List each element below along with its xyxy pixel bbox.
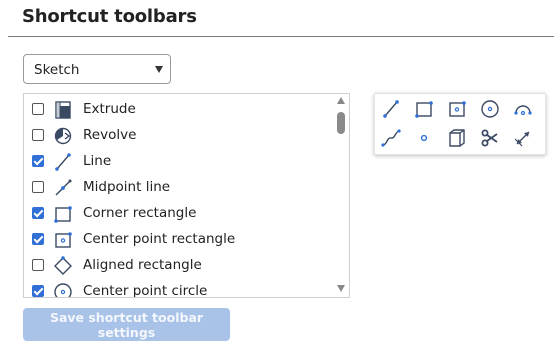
item-label: Midpoint line [83, 179, 171, 195]
item-label: Line [83, 153, 112, 169]
center-point-circle-icon [52, 281, 74, 297]
center-point-circle-icon[interactable] [479, 98, 501, 120]
item-label: Extrude [83, 101, 136, 117]
scroll-up-icon[interactable] [337, 97, 345, 104]
arc-icon[interactable] [512, 98, 534, 120]
list-item[interactable]: Revolve [24, 123, 334, 149]
center-point-rectangle-icon [52, 229, 74, 251]
use-icon[interactable] [446, 127, 468, 149]
page-title: Shortcut toolbars [22, 6, 197, 27]
point-icon[interactable] [413, 127, 435, 149]
extrude-icon [52, 99, 74, 121]
item-checkbox[interactable] [32, 233, 44, 245]
list-item[interactable]: Center point circle [24, 279, 334, 298]
item-label: Center point rectangle [83, 231, 236, 247]
item-checkbox[interactable] [32, 181, 44, 193]
item-label: Revolve [83, 127, 137, 143]
chevron-down-icon [155, 66, 163, 73]
list-item[interactable]: Extrude [24, 97, 334, 123]
toolbar-type-dropdown[interactable]: Sketch [23, 54, 171, 84]
feature-list[interactable]: Extrude Revolve Line Midpoint line Corner re… [23, 93, 350, 298]
list-scrollbar[interactable] [334, 94, 349, 297]
item-label: Aligned rectangle [83, 257, 202, 273]
title-divider [8, 36, 554, 37]
item-checkbox[interactable] [32, 129, 44, 141]
list-item[interactable]: Line [24, 149, 334, 175]
midpoint-line-icon [52, 177, 74, 199]
item-checkbox[interactable] [32, 285, 44, 297]
scroll-down-icon[interactable] [337, 285, 345, 292]
corner-rectangle-icon [52, 203, 74, 225]
list-item[interactable]: Midpoint line [24, 175, 334, 201]
item-checkbox[interactable] [32, 103, 44, 115]
item-label: Center point circle [83, 283, 208, 298]
item-checkbox[interactable] [32, 155, 44, 167]
center-point-rectangle-icon[interactable] [446, 98, 468, 120]
item-label: Corner rectangle [83, 205, 197, 221]
shortcut-toolbar-preview [374, 93, 546, 155]
item-checkbox[interactable] [32, 259, 44, 271]
spline-icon[interactable] [380, 127, 402, 149]
list-item[interactable]: Center point rectangle [24, 227, 334, 253]
dropdown-value: Sketch [34, 62, 80, 78]
revolve-icon [52, 125, 74, 147]
dimension-icon[interactable] [512, 127, 534, 149]
list-item[interactable]: Aligned rectangle [24, 253, 334, 279]
trim-icon[interactable] [479, 127, 501, 149]
line-icon[interactable] [380, 98, 402, 120]
aligned-rectangle-icon [52, 255, 74, 277]
corner-rectangle-icon[interactable] [413, 98, 435, 120]
save-shortcut-toolbar-button[interactable]: Save shortcut toolbar settings [23, 308, 230, 341]
line-icon [52, 151, 74, 173]
scroll-thumb[interactable] [337, 112, 345, 134]
item-checkbox[interactable] [32, 207, 44, 219]
list-item[interactable]: Corner rectangle [24, 201, 334, 227]
